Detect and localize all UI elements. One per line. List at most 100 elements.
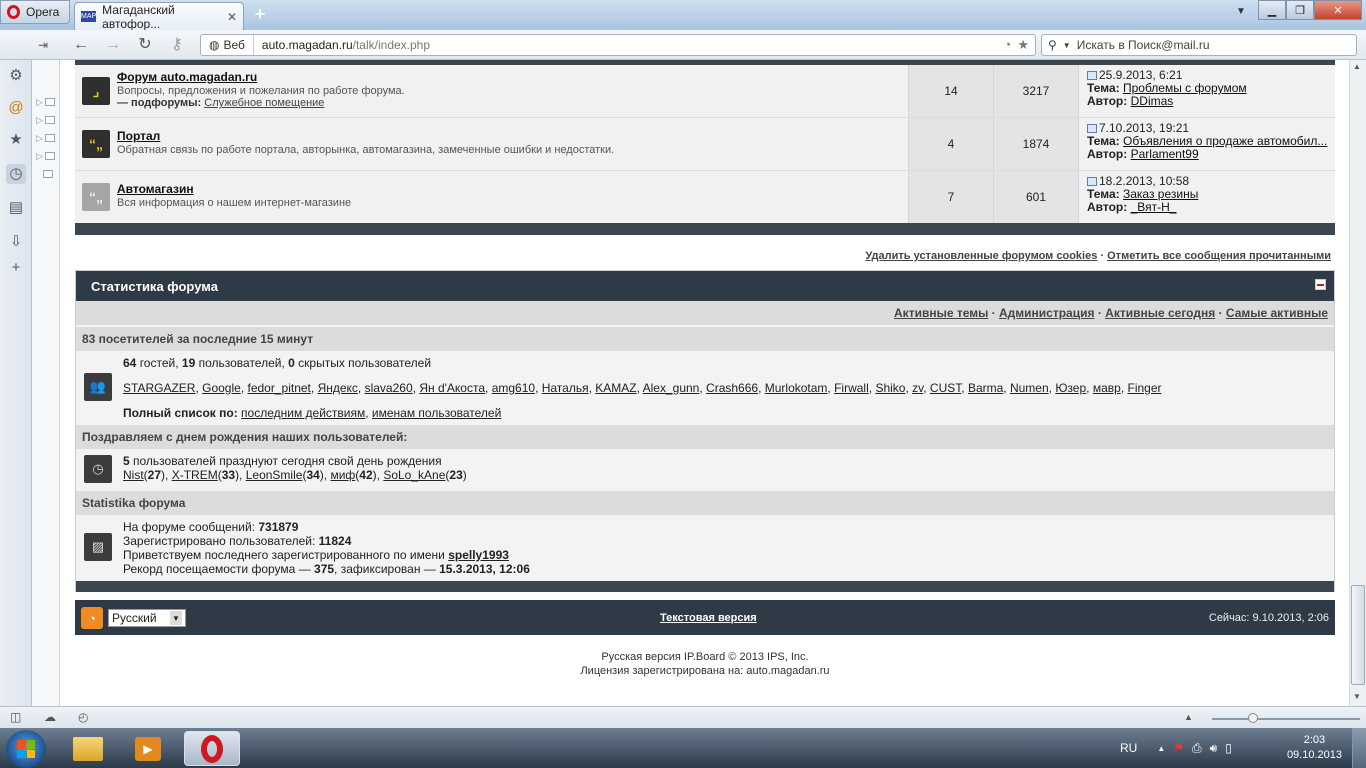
- online-user-link[interactable]: мавр: [1093, 381, 1121, 395]
- tab-active-topics[interactable]: Активные темы: [894, 306, 988, 320]
- birthday-user-link[interactable]: X-TREM: [172, 468, 218, 482]
- network-warning-icon[interactable]: ⚑: [1173, 741, 1184, 755]
- online-user-link[interactable]: Murlokotam: [765, 381, 828, 395]
- show-desktop-button[interactable]: [1352, 728, 1366, 768]
- online-user-link[interactable]: STARGAZER: [123, 381, 195, 395]
- online-user-link[interactable]: Ян d'Акоста: [419, 381, 485, 395]
- back-icon[interactable]: ←: [70, 35, 92, 55]
- scrollbar[interactable]: ▲ ▼: [1349, 60, 1366, 706]
- online-user-link[interactable]: amg610: [492, 381, 535, 395]
- mail-icon[interactable]: @: [6, 98, 26, 118]
- tree-folder[interactable]: ▷: [36, 115, 55, 126]
- language-select[interactable]: Русский ▼: [108, 609, 186, 627]
- online-user-link[interactable]: Barma: [968, 381, 1003, 395]
- online-user-link[interactable]: Google: [202, 381, 241, 395]
- tab-list-icon[interactable]: ▼: [1236, 6, 1246, 17]
- scroll-down-icon[interactable]: ▼: [1353, 692, 1361, 701]
- collapse-icon[interactable]: [1315, 279, 1326, 290]
- opera-unite-icon[interactable]: ☁: [44, 710, 56, 724]
- delete-cookies-link[interactable]: Удалить установленные форумом cookies: [865, 250, 1097, 262]
- start-button[interactable]: [6, 730, 46, 768]
- new-tab-button[interactable]: +: [248, 4, 272, 26]
- reload-icon[interactable]: ↻: [134, 35, 156, 55]
- online-user-link[interactable]: Shiko: [875, 381, 905, 395]
- last-post-icon[interactable]: [1087, 124, 1097, 133]
- tree-folder[interactable]: ▷: [36, 151, 55, 162]
- power-icon[interactable]: ▯: [1225, 741, 1232, 755]
- explorer-taskbar-button[interactable]: [62, 731, 114, 766]
- bookmarks-icon[interactable]: ★: [6, 130, 26, 150]
- online-user-link[interactable]: Crash666: [706, 381, 758, 395]
- birthday-user-link[interactable]: Nist: [123, 468, 144, 482]
- last-author-link[interactable]: DDimas: [1131, 94, 1174, 108]
- birthday-user-link[interactable]: SoLo_kAne: [383, 468, 445, 482]
- online-user-link[interactable]: Alex_gunn: [643, 381, 700, 395]
- panel-toggle-icon[interactable]: ◫: [10, 710, 21, 724]
- last-post-icon[interactable]: [1087, 177, 1097, 186]
- tree-folder[interactable]: [36, 169, 54, 179]
- online-user-link[interactable]: Юзер: [1055, 381, 1086, 395]
- opera-taskbar-button[interactable]: [184, 731, 240, 766]
- tab-active-today[interactable]: Активные сегодня: [1105, 306, 1215, 320]
- address-url[interactable]: auto.magadan.ru/talk/index.php: [254, 38, 430, 52]
- rss-feed-icon[interactable]: ◔: [1003, 37, 1011, 53]
- history-icon[interactable]: ◷: [6, 164, 26, 184]
- address-bar[interactable]: ◍ Веб auto.magadan.ru/talk/index.php ◔ ★: [200, 34, 1036, 56]
- last-author-link[interactable]: _Вят-Н_: [1131, 200, 1177, 214]
- full-list-by-name-link[interactable]: именам пользователей: [372, 406, 501, 420]
- view-options-icon[interactable]: ▲: [1184, 712, 1193, 722]
- zoom-slider-handle[interactable]: [1248, 713, 1258, 723]
- forum-title-link[interactable]: Автомагазин: [117, 182, 194, 196]
- opera-menu-button[interactable]: Opera: [0, 0, 70, 24]
- online-user-link[interactable]: slava260: [365, 381, 413, 395]
- birthday-user-link[interactable]: LeonSmile: [246, 468, 303, 482]
- bookmark-star-icon[interactable]: ★: [1017, 37, 1029, 53]
- tree-folder[interactable]: ▷: [36, 97, 55, 108]
- rss-icon[interactable]: ◔: [81, 607, 103, 629]
- volume-icon[interactable]: 🔊︎: [1210, 741, 1218, 756]
- panel-toggle-icon[interactable]: ⇥: [32, 35, 54, 55]
- window-close-button[interactable]: ✕: [1314, 0, 1362, 20]
- online-user-link[interactable]: Numen: [1010, 381, 1049, 395]
- birthday-user-link[interactable]: миф: [330, 468, 355, 482]
- tab-administration[interactable]: Администрация: [999, 306, 1094, 320]
- online-user-link[interactable]: Firwall: [834, 381, 869, 395]
- tab-active[interactable]: MAP Магаданский автофор... ✕: [74, 2, 244, 31]
- last-topic-link[interactable]: Заказ резины: [1123, 187, 1198, 201]
- online-user-link[interactable]: CUST: [930, 381, 961, 395]
- mark-all-read-link[interactable]: Отметить все сообщения прочитанными: [1107, 250, 1331, 262]
- forward-icon[interactable]: →: [102, 35, 124, 55]
- forum-title-link[interactable]: Форум auto.magadan.ru: [117, 70, 257, 84]
- tab-close-icon[interactable]: ✕: [227, 10, 237, 24]
- extension-icon[interactable]: ⚙: [6, 66, 26, 86]
- notes-icon[interactable]: ▤: [6, 198, 26, 218]
- online-user-link[interactable]: zv: [912, 381, 923, 395]
- minimize-button[interactable]: ▁: [1258, 0, 1286, 20]
- online-user-link[interactable]: Finger: [1127, 381, 1161, 395]
- online-user-link[interactable]: Яндекс: [318, 381, 358, 395]
- tree-folder[interactable]: ▷: [36, 133, 55, 144]
- search-engine-dropdown-icon[interactable]: ▼: [1063, 41, 1071, 50]
- printer-icon[interactable]: ⎙: [1192, 741, 1202, 756]
- scroll-up-icon[interactable]: ▲: [1353, 62, 1361, 71]
- newest-member-link[interactable]: spelly1993: [448, 548, 509, 562]
- subforum-link[interactable]: Служебное помещение: [204, 97, 324, 109]
- online-user-link[interactable]: fedor_pitnet: [248, 381, 311, 395]
- full-list-by-action-link[interactable]: последним действиям: [241, 406, 365, 420]
- online-user-link[interactable]: Наталья: [542, 381, 589, 395]
- last-topic-link[interactable]: Проблемы с форумом: [1123, 81, 1247, 95]
- media-player-taskbar-button[interactable]: ▶: [122, 731, 174, 766]
- add-panel-icon[interactable]: +: [6, 258, 26, 278]
- last-post-icon[interactable]: [1087, 71, 1097, 80]
- maximize-button[interactable]: ❐: [1286, 0, 1314, 20]
- search-input[interactable]: ⚲ ▼ Искать в Поиск@mail.ru: [1041, 34, 1357, 56]
- address-scheme-badge[interactable]: ◍ Веб: [201, 35, 254, 55]
- turbo-icon[interactable]: ◴: [78, 710, 88, 724]
- text-version-link[interactable]: Текстовая версия: [660, 612, 757, 624]
- last-author-link[interactable]: Parlament99: [1131, 147, 1199, 161]
- forum-title-link[interactable]: Портал: [117, 129, 160, 143]
- last-topic-link[interactable]: Объявления о продаже автомобил...: [1123, 134, 1327, 148]
- system-clock[interactable]: 2:03 09.10.2013: [1287, 733, 1342, 763]
- show-hidden-icons-icon[interactable]: ▲: [1157, 744, 1165, 753]
- language-indicator[interactable]: RU: [1120, 741, 1137, 755]
